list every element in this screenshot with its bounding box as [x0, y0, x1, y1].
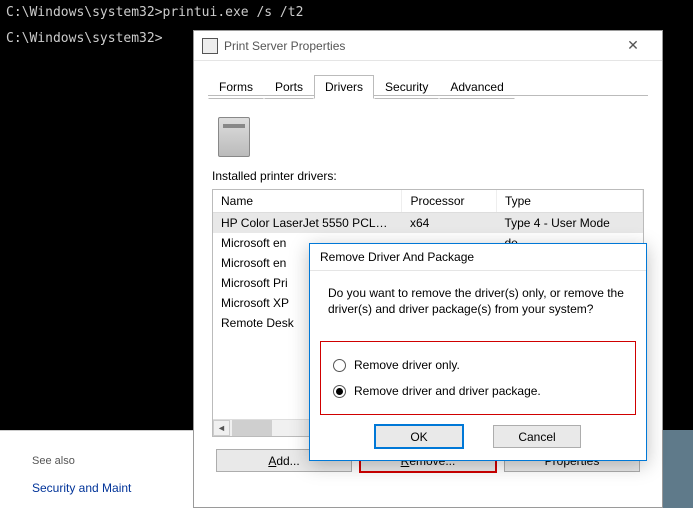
- tab-drivers[interactable]: Drivers: [314, 75, 374, 99]
- remove-options-group: Remove driver only. Remove driver and dr…: [320, 341, 636, 415]
- modal-title[interactable]: Remove Driver And Package: [310, 244, 646, 271]
- col-type[interactable]: Type: [496, 190, 642, 213]
- control-panel-fragment: See also Security and Maint: [0, 430, 193, 508]
- cmd-line-1: C:\Windows\system32>printui.exe /s /t2: [6, 4, 687, 22]
- see-also-heading: See also: [32, 455, 185, 467]
- dialog-title: Print Server Properties: [224, 39, 345, 53]
- cancel-button[interactable]: Cancel: [493, 425, 581, 448]
- tab-strip: Forms Ports Drivers Security Advanced: [194, 61, 662, 99]
- remove-driver-dialog: Remove Driver And Package Do you want to…: [309, 243, 647, 461]
- server-icon: [218, 117, 250, 157]
- col-processor[interactable]: Processor: [402, 190, 496, 213]
- scroll-thumb[interactable]: [232, 420, 272, 436]
- radio-icon: [333, 359, 346, 372]
- modal-question: Do you want to remove the driver(s) only…: [310, 271, 646, 323]
- printer-icon: [202, 38, 218, 54]
- ok-button[interactable]: OK: [375, 425, 463, 448]
- print-server-properties-dialog: Print Server Properties ✕ Forms Ports Dr…: [193, 30, 663, 508]
- option-remove-driver-only[interactable]: Remove driver only.: [329, 352, 627, 378]
- modal-button-row: OK Cancel: [310, 425, 646, 448]
- option-remove-driver-and-package[interactable]: Remove driver and driver package.: [329, 378, 627, 404]
- installed-drivers-label: Installed printer drivers:: [212, 169, 644, 183]
- table-row[interactable]: HP Color LaserJet 5550 PCL6 Clas... x64 …: [213, 213, 643, 234]
- radio-icon: [333, 385, 346, 398]
- security-maintenance-link[interactable]: Security and Maint: [32, 481, 185, 495]
- dialog-titlebar[interactable]: Print Server Properties ✕: [194, 31, 662, 61]
- col-name[interactable]: Name: [213, 190, 402, 213]
- close-button[interactable]: ✕: [612, 31, 654, 60]
- scroll-left-icon[interactable]: ◄: [213, 420, 230, 436]
